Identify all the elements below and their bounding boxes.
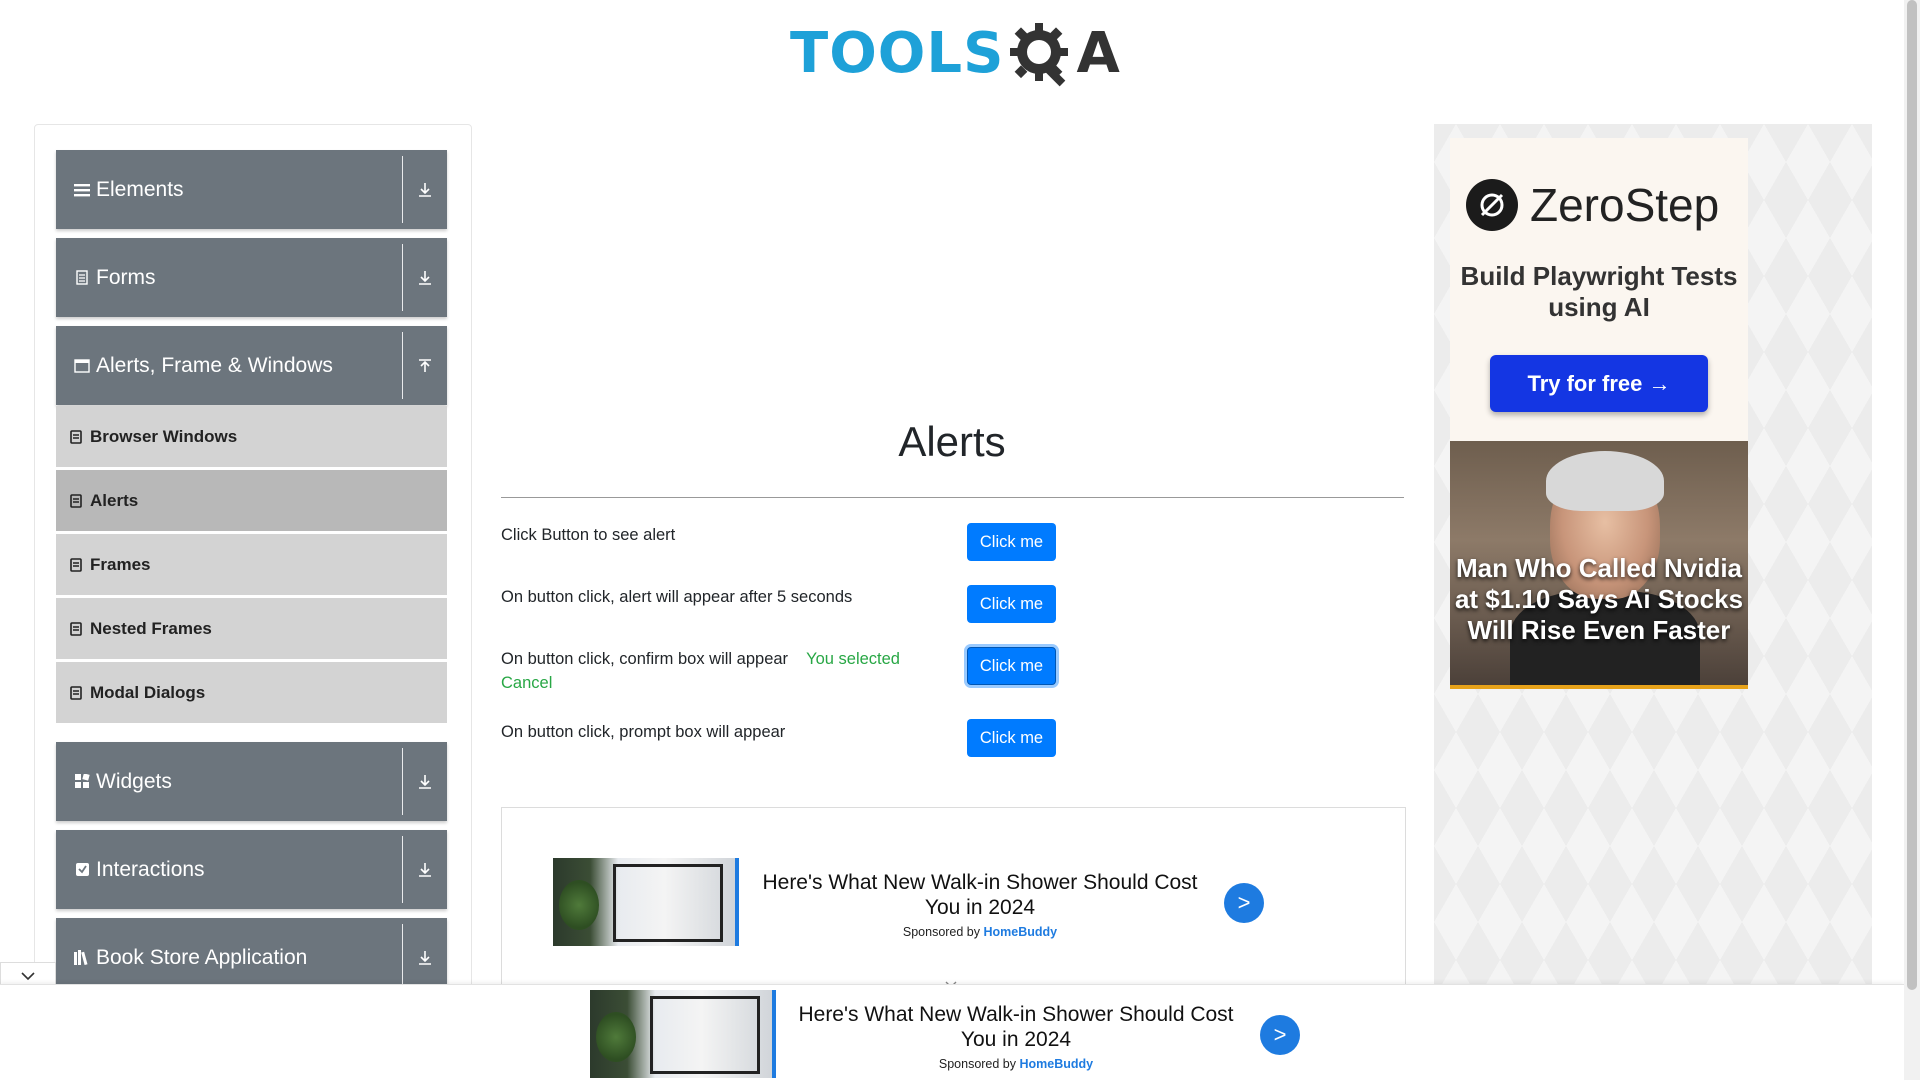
- right-ad: ZeroStep Build Playwright Tests using AI…: [1434, 124, 1872, 984]
- gear-magnifier-icon: [1010, 23, 1069, 87]
- widgets-icon: [73, 773, 91, 791]
- ad-go-button[interactable]: >: [1260, 1015, 1300, 1055]
- divider: [402, 156, 403, 223]
- sidebar-item-frames[interactable]: Frames: [56, 534, 447, 596]
- confirm-button[interactable]: Click me: [967, 647, 1056, 685]
- sidebar-item-label: Modal Dialogs: [90, 682, 206, 702]
- logo-tools-text: TOOLS: [790, 21, 1005, 86]
- alert-button[interactable]: Click me: [967, 523, 1056, 561]
- sponsor-link[interactable]: HomeBuddy: [1020, 1057, 1094, 1071]
- page-scrollbar[interactable]: [1904, 0, 1920, 1080]
- sidebar-group-elements[interactable]: Elements: [56, 150, 447, 229]
- plant-shape: [596, 1012, 636, 1062]
- document-icon: [70, 685, 82, 700]
- divider: [402, 836, 403, 903]
- list-icon: [73, 181, 91, 199]
- sidebar-item-browser-windows[interactable]: Browser Windows: [56, 406, 447, 468]
- ad-image[interactable]: [553, 858, 739, 946]
- title-divider: [501, 497, 1404, 498]
- timer-alert-button[interactable]: Click me: [967, 585, 1056, 623]
- document-icon: [70, 493, 82, 508]
- sidebar-group-label: Interactions: [96, 857, 205, 881]
- sidebar-item-label: Alerts: [90, 490, 139, 510]
- download-arrow-icon[interactable]: [403, 950, 447, 966]
- sidebar-group-label: Book Store Application: [96, 945, 308, 969]
- sidebar-item-label: Frames: [90, 554, 151, 574]
- sidebar-item-label: Nested Frames: [90, 618, 212, 638]
- chevron-down-icon: [21, 972, 35, 981]
- zerostep-tagline: Build Playwright Tests using AI: [1460, 261, 1738, 322]
- sponsored-by-label: Sponsored by: [902, 925, 981, 939]
- hair-shape: [1546, 451, 1664, 511]
- divider: [402, 748, 403, 815]
- download-arrow-icon[interactable]: [403, 774, 447, 790]
- prompt-button[interactable]: Click me: [967, 719, 1056, 757]
- form-icon: [73, 269, 91, 287]
- news-ad[interactable]: Man Who Called Nvidia at $1.10 Says Ai S…: [1450, 441, 1748, 689]
- interactions-icon: [73, 861, 91, 879]
- timer-alert-row-label: On button click, alert will appear after…: [501, 588, 853, 606]
- scrollbar-thumb[interactable]: [1907, 0, 1917, 990]
- sidebar-item-label: Browser Windows: [90, 426, 238, 446]
- page-title: Alerts: [898, 418, 1006, 465]
- upload-arrow-icon[interactable]: [403, 358, 447, 374]
- prompt-row-label: On button click, prompt box will appear: [501, 723, 786, 741]
- window-icon: [73, 357, 91, 375]
- shower-frame-shape: [613, 864, 723, 942]
- sidebar-group-interactions[interactable]: Interactions: [56, 830, 447, 909]
- sidebar-group-label: Forms: [96, 265, 156, 289]
- zerostep-mark-icon: [1466, 179, 1518, 231]
- sidebar-group-forms[interactable]: Forms: [56, 238, 447, 317]
- ad-go-button[interactable]: >: [1224, 883, 1264, 923]
- toolsqa-logo[interactable]: TOOLS A: [790, 14, 1120, 94]
- accent-stripe: [735, 858, 739, 946]
- sidebar: Elements Forms Alerts, Frame & Windows B…: [34, 124, 472, 1006]
- zerostep-logo: ZeroStep: [1466, 178, 1719, 232]
- divider: [402, 244, 403, 311]
- sidebar-group-label: Alerts, Frame & Windows: [96, 353, 333, 377]
- sidebar-item-alerts[interactable]: Alerts: [56, 470, 447, 532]
- try-for-free-button[interactable]: Try for free →: [1490, 355, 1708, 412]
- sidebar-item-nested-frames[interactable]: Nested Frames: [56, 598, 447, 660]
- ad-sponsor-line: Sponsored by HomeBuddy: [796, 1057, 1236, 1071]
- sidebar-group-alerts-frame-windows[interactable]: Alerts, Frame & Windows: [56, 326, 447, 405]
- confirm-row: On button click, confirm box will appear…: [501, 647, 941, 695]
- alert-row-label: Click Button to see alert: [501, 526, 676, 544]
- zerostep-brand: ZeroStep: [1530, 179, 1720, 231]
- ad-headline[interactable]: Here's What New Walk-in Shower Should Co…: [760, 870, 1200, 920]
- ad-headline[interactable]: Here's What New Walk-in Shower Should Co…: [796, 1002, 1236, 1052]
- plant-shape: [559, 880, 599, 930]
- sidebar-group-widgets[interactable]: Widgets: [56, 742, 447, 821]
- inline-ad[interactable]: Here's What New Walk-in Shower Should Co…: [501, 807, 1406, 1008]
- sidebar-group-label: Elements: [96, 177, 184, 201]
- download-arrow-icon[interactable]: [403, 270, 447, 286]
- document-icon: [70, 429, 82, 444]
- download-arrow-icon[interactable]: [403, 182, 447, 198]
- shower-frame-shape: [650, 996, 760, 1074]
- books-icon: [73, 949, 91, 967]
- document-icon: [70, 557, 82, 572]
- accent-bar: [1450, 685, 1748, 689]
- sidebar-group-label: Widgets: [96, 769, 172, 793]
- news-headline: Man Who Called Nvidia at $1.10 Says Ai S…: [1454, 553, 1744, 645]
- document-icon: [70, 621, 82, 636]
- download-arrow-icon[interactable]: [403, 862, 447, 878]
- sidebar-item-modal-dialogs[interactable]: Modal Dialogs: [56, 662, 447, 724]
- confirm-row-label: On button click, confirm box will appear: [501, 650, 789, 668]
- divider: [402, 924, 403, 991]
- logo-a-text: A: [1076, 21, 1120, 86]
- sponsored-by-label: Sponsored by: [938, 1057, 1017, 1071]
- sponsor-link[interactable]: HomeBuddy: [984, 925, 1058, 939]
- accent-stripe: [772, 990, 776, 1078]
- sticky-bottom-ad[interactable]: Here's What New Walk-in Shower Should Co…: [0, 984, 1904, 1081]
- divider: [402, 332, 403, 399]
- ad-sponsor-line: Sponsored by HomeBuddy: [760, 925, 1200, 939]
- ad-image[interactable]: [590, 990, 776, 1078]
